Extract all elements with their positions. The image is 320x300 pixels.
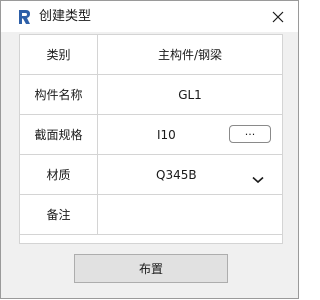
category-value[interactable]: 主构件/钢梁 bbox=[98, 35, 282, 74]
create-type-dialog: 创建类型 类别 主构件/钢梁 构件名称 GL1 截面规格 I10 ... 材质 … bbox=[0, 0, 299, 299]
row-material: 材质 Q345B bbox=[20, 155, 282, 195]
material-label: 材质 bbox=[20, 155, 98, 194]
section-spec-label: 截面规格 bbox=[20, 115, 98, 154]
material-value: Q345B bbox=[156, 167, 197, 182]
row-component-name: 构件名称 GL1 bbox=[20, 75, 282, 115]
row-section-spec: 截面规格 I10 ... bbox=[20, 115, 282, 155]
property-grid: 类别 主构件/钢梁 构件名称 GL1 截面规格 I10 ... 材质 Q345B bbox=[19, 34, 283, 244]
close-button[interactable] bbox=[266, 5, 290, 29]
chevron-down-icon[interactable] bbox=[252, 169, 264, 184]
close-icon bbox=[272, 11, 284, 23]
title-bar: 创建类型 bbox=[1, 1, 298, 32]
place-button[interactable]: 布置 bbox=[74, 254, 228, 283]
revit-icon bbox=[16, 9, 32, 25]
remarks-label: 备注 bbox=[20, 195, 98, 234]
remarks-field[interactable] bbox=[98, 195, 282, 234]
component-name-field[interactable]: GL1 bbox=[98, 75, 282, 114]
row-category: 类别 主构件/钢梁 bbox=[20, 35, 282, 75]
category-label: 类别 bbox=[20, 35, 98, 74]
dialog-title: 创建类型 bbox=[39, 9, 92, 24]
browse-section-button[interactable]: ... bbox=[229, 125, 271, 143]
section-spec-value: I10 bbox=[157, 127, 176, 142]
row-remarks: 备注 bbox=[20, 195, 282, 235]
component-name-label: 构件名称 bbox=[20, 75, 98, 114]
